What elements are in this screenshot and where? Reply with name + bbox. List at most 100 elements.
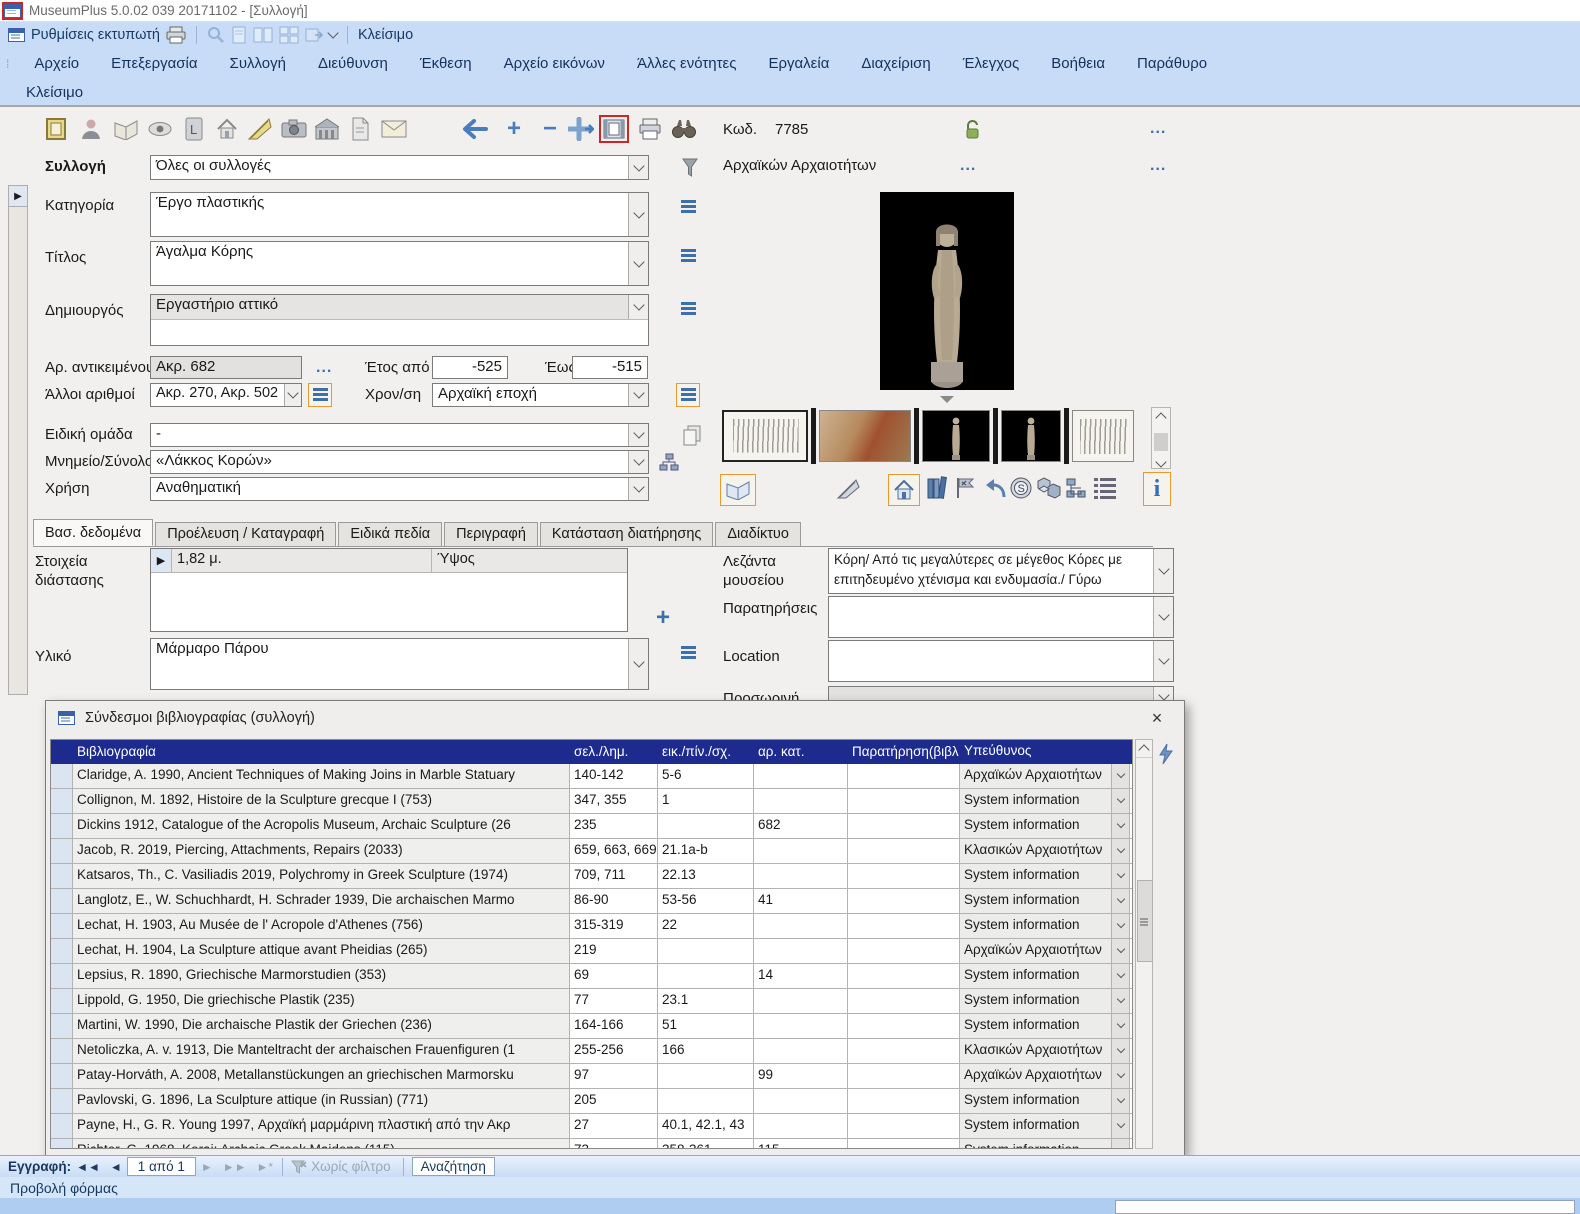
cell-note[interactable]	[848, 864, 960, 888]
chevron-down-icon[interactable]	[628, 424, 648, 446]
main-object-image[interactable]	[880, 192, 1014, 390]
cell-catalog-no[interactable]	[754, 839, 848, 863]
cell-pages[interactable]: 219	[570, 939, 658, 963]
bibliography-row[interactable]: Martini, W. 1990, Die archaische Plastik…	[51, 1014, 1132, 1039]
chevron-down-icon[interactable]	[1111, 1064, 1129, 1088]
cell-figures[interactable]: 21.1a-b	[658, 839, 754, 863]
address-house-icon[interactable]	[213, 116, 241, 142]
cell-figures[interactable]: 40.1, 42.1, 43	[658, 1114, 754, 1138]
cell-pages[interactable]: 255-256	[570, 1039, 658, 1063]
object-frame-icon[interactable]	[42, 116, 70, 142]
category-combobox[interactable]: Έργο πλαστικής	[150, 192, 649, 237]
cell-responsible[interactable]: System information	[960, 1014, 1130, 1038]
menu-item-close[interactable]: Κλείσιμο	[0, 84, 99, 101]
other-numbers-combobox[interactable]: Ακρ. 270, Ακρ. 502	[150, 383, 302, 407]
media-book-icon[interactable]	[720, 474, 756, 506]
cell-figures[interactable]: 22	[658, 914, 754, 938]
cell-bibliography[interactable]: Collignon, M. 1892, Histoire de la Sculp…	[73, 789, 570, 813]
cell-note[interactable]	[848, 839, 960, 863]
books-icon[interactable]	[922, 474, 952, 502]
museum-caption-combobox[interactable]: Κόρη/ Από τις μεγαλύτερες σε μέγεθος Κόρ…	[828, 548, 1174, 594]
cell-pages[interactable]: 69	[570, 964, 658, 988]
row-selector[interactable]	[51, 814, 73, 838]
exhibition-drafting-icon[interactable]	[246, 116, 274, 142]
bibliography-row[interactable]: Collignon, M. 1892, Histoire de la Sculp…	[51, 789, 1132, 814]
chevron-down-icon[interactable]	[1111, 864, 1129, 888]
cell-bibliography[interactable]: Lippold, G. 1950, Die griechische Plasti…	[73, 989, 570, 1013]
cell-pages[interactable]: 140-142	[570, 764, 658, 788]
row-selector[interactable]	[51, 839, 73, 863]
bibliography-row[interactable]: Claridge, A. 1990, Ancient Techniques of…	[51, 764, 1132, 789]
cell-responsible[interactable]: System information	[960, 889, 1130, 913]
row-selector[interactable]	[51, 964, 73, 988]
chevron-down-icon[interactable]	[628, 193, 648, 236]
chevron-down-icon[interactable]	[1111, 964, 1129, 988]
cell-responsible[interactable]: System information	[960, 914, 1130, 938]
chevron-down-icon[interactable]	[1111, 839, 1129, 863]
cell-catalog-no[interactable]: 115	[754, 1139, 848, 1149]
bibliography-row[interactable]: Patay-Horváth, A. 2008, Metallanstückung…	[51, 1064, 1132, 1089]
cell-note[interactable]	[848, 914, 960, 938]
material-menu-button[interactable]	[676, 642, 700, 666]
cell-note[interactable]	[848, 1039, 960, 1063]
menu-item-Βοήθεια[interactable]: Βοήθεια	[1035, 55, 1121, 72]
previous-record-button[interactable]: ◄	[110, 1160, 122, 1174]
cell-figures[interactable]	[658, 1089, 754, 1113]
thumbnail-manuscript[interactable]	[1072, 410, 1134, 462]
tab-4[interactable]: Κατάσταση διατήρησης	[540, 522, 713, 546]
lexicon-icon[interactable]: L	[180, 116, 208, 142]
museum-buildings-icon[interactable]	[313, 116, 341, 142]
row-selector[interactable]	[51, 1139, 73, 1149]
cell-figures[interactable]	[658, 1064, 754, 1088]
chevron-down-icon[interactable]	[1111, 764, 1129, 788]
menu-item-Έκθεση[interactable]: Έκθεση	[404, 55, 488, 72]
menu-item-Συλλογή[interactable]: Συλλογή	[214, 55, 302, 72]
chevron-down-icon[interactable]	[1153, 597, 1173, 637]
use-combobox[interactable]: Αναθηματική	[150, 477, 649, 501]
material-combobox[interactable]: Μάρμαρο Πάρου	[150, 638, 649, 690]
last-record-button[interactable]: ►►	[223, 1160, 247, 1174]
cell-responsible[interactable]: System information	[960, 1089, 1130, 1113]
unlock-icon[interactable]	[958, 117, 986, 143]
cell-pages[interactable]: 315-319	[570, 914, 658, 938]
cell-note[interactable]	[848, 1014, 960, 1038]
row-selector[interactable]	[51, 764, 73, 788]
chevron-down-icon[interactable]	[1111, 989, 1129, 1013]
chevron-down-icon[interactable]	[284, 384, 301, 406]
cell-catalog-no[interactable]: 99	[754, 1064, 848, 1088]
scroll-up-icon[interactable]	[1155, 412, 1166, 423]
cell-pages[interactable]: 659, 663, 669	[570, 839, 658, 863]
chevron-down-icon[interactable]	[1153, 641, 1173, 681]
cell-pages[interactable]: 347, 355	[570, 789, 658, 813]
row-selector[interactable]	[51, 1089, 73, 1113]
chevron-down-icon[interactable]	[1111, 1139, 1129, 1149]
scrollbar-thumb[interactable]	[1137, 880, 1153, 962]
chevron-down-icon[interactable]	[628, 384, 648, 406]
cell-responsible[interactable]: System information	[960, 1139, 1130, 1149]
chevron-down-icon[interactable]	[1111, 814, 1129, 838]
cell-note[interactable]	[848, 889, 960, 913]
bibliography-row[interactable]: Jacob, R. 2019, Piercing, Attachments, R…	[51, 839, 1132, 864]
print-record-icon[interactable]	[636, 116, 664, 142]
scrollbar-thumb[interactable]	[1154, 433, 1168, 451]
cell-catalog-no[interactable]	[754, 864, 848, 888]
object-number-field[interactable]: Ακρ. 682	[150, 356, 302, 379]
cell-note[interactable]	[848, 964, 960, 988]
thumbnail-fresco[interactable]	[819, 410, 911, 462]
cell-bibliography[interactable]: Lechat, H. 1904, La Sculpture attique av…	[73, 939, 570, 963]
org-chart-icon[interactable]	[1062, 474, 1092, 502]
record-ellipsis-button[interactable]: ...	[1150, 124, 1166, 134]
cell-catalog-no[interactable]	[754, 789, 848, 813]
add-dimension-button[interactable]: +	[656, 608, 670, 628]
chevron-down-icon[interactable]	[628, 451, 648, 473]
objects-3d-icon[interactable]	[1034, 474, 1064, 502]
hierarchy-icon[interactable]	[655, 450, 683, 476]
cell-figures[interactable]	[658, 814, 754, 838]
cell-catalog-no[interactable]	[754, 1114, 848, 1138]
chevron-down-icon[interactable]	[1153, 549, 1173, 593]
cell-catalog-no[interactable]	[754, 1014, 848, 1038]
dimension-grid[interactable]: ▶ 1,82 μ. Ύψος	[150, 548, 628, 632]
cell-catalog-no[interactable]	[754, 1039, 848, 1063]
cell-bibliography[interactable]: Langlotz, E., W. Schuchhardt, H. Schrade…	[73, 889, 570, 913]
cell-catalog-no[interactable]	[754, 914, 848, 938]
